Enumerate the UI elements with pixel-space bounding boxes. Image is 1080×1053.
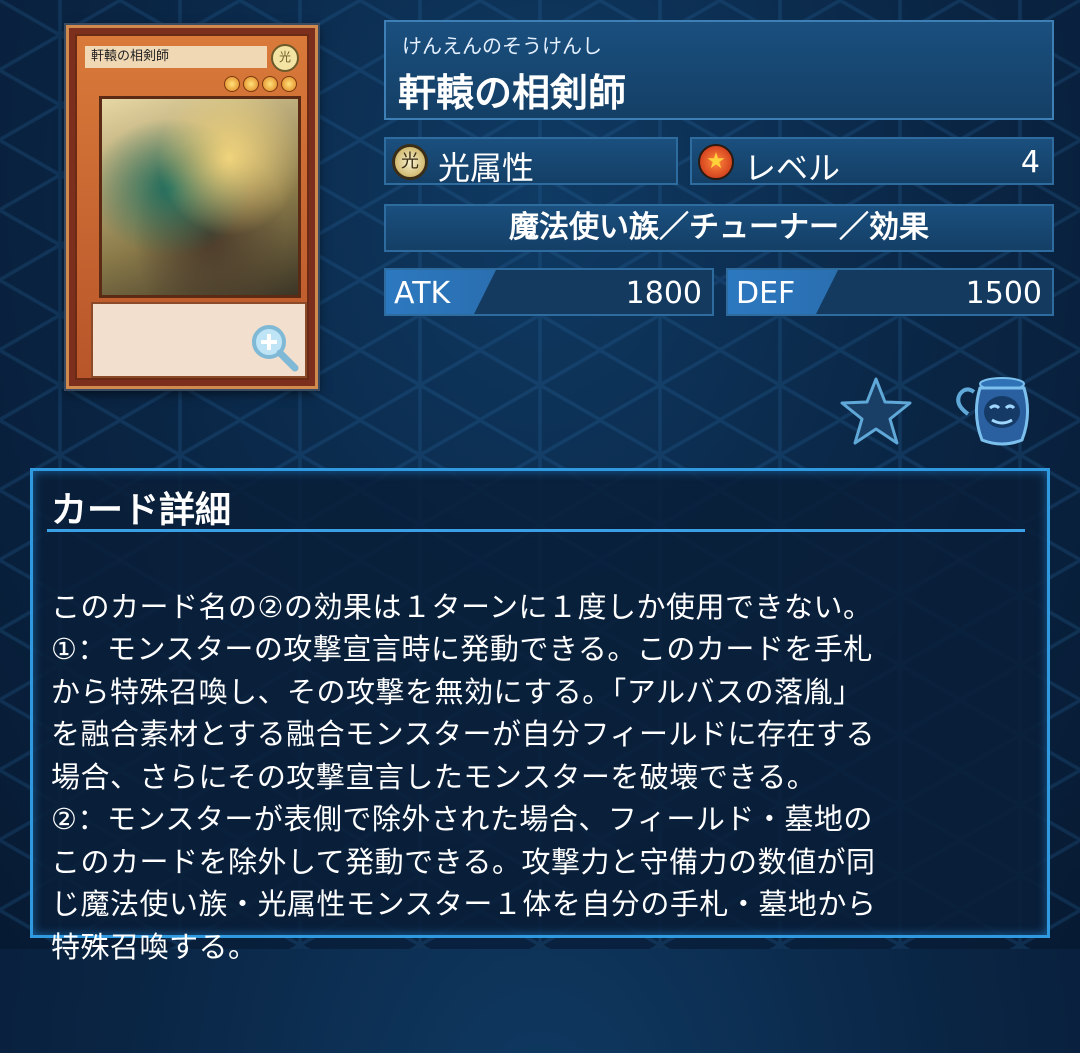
jar-icon[interactable]: [950, 374, 1040, 448]
card-effect-text: このカード名の②の効果は１ターンに１度しか使用できない。 ①：モンスターの攻撃宣言…: [51, 543, 1051, 1053]
def-panel: DEF 1500: [726, 268, 1054, 316]
card-name-panel: けんえんのそうけんし 軒轅の相剣師: [384, 20, 1054, 120]
type-panel: 魔法使い族／チューナー／効果: [384, 204, 1054, 252]
card-image-attribute: 光: [271, 44, 299, 72]
level-star: [281, 76, 297, 92]
card-name: 軒轅の相剣師: [398, 71, 627, 115]
effect-line: じ魔法使い族・光属性モンスター１体を自分の手札・墓地から: [51, 887, 877, 921]
level-panel: レベル 4: [690, 137, 1054, 187]
light-attribute-icon: 光: [392, 144, 428, 180]
card-image-name: 軒轅の相剣師: [85, 46, 267, 68]
effect-line: このカードを除外して発動できる。攻撃力と守備力の数値が同: [51, 844, 876, 879]
def-value: 1500: [965, 276, 1042, 311]
def-label: DEF: [736, 276, 796, 311]
card-image-level-stars: [224, 76, 297, 92]
effect-line: 場合、さらにその攻撃宣言したモンスターを破壊できる。: [51, 759, 817, 794]
effect-line: 特殊召喚する。: [51, 929, 258, 964]
effect-line: ②：モンスターが表側で除外された場合、フィールド・墓地の: [51, 802, 873, 836]
card-frame: 軒轅の相剣師 光: [75, 34, 309, 380]
atk-label: ATK: [394, 276, 451, 311]
divider: [47, 529, 1025, 532]
level-star: [262, 76, 278, 92]
attribute-panel: 光 光属性: [384, 137, 678, 187]
effect-line: このカード名の②の効果は１ターンに１度しか使用できない。: [51, 589, 873, 624]
card-artwork: [99, 96, 301, 298]
card-name-reading: けんえんのそうけんし: [402, 34, 602, 58]
level-star: [224, 76, 240, 92]
level-star: [243, 76, 259, 92]
monster-type-line: 魔法使い族／チューナー／効果: [509, 210, 929, 245]
effect-line: を融合素材とする融合モンスターが自分フィールドに存在する: [51, 717, 875, 751]
level-star-icon: [698, 144, 734, 180]
favorite-star-icon[interactable]: [838, 375, 914, 447]
level-value: 4: [1020, 145, 1040, 180]
zoom-icon[interactable]: [247, 320, 303, 376]
atk-value: 1800: [625, 276, 702, 311]
atk-panel: ATK 1800: [384, 268, 714, 316]
effect-line: ①：モンスターの攻撃宣言時に発動できる。このカードを手札: [51, 632, 873, 666]
attribute-label: 光属性: [438, 149, 535, 187]
card-detail-title: カード詳細: [51, 490, 232, 531]
level-label: レベル: [744, 149, 841, 187]
card-detail-panel[interactable]: カード詳細 このカード名の②の効果は１ターンに１度しか使用できない。 ①：モンスタ…: [30, 468, 1050, 964]
effect-line: から特殊召喚し、その攻撃を無効にする。「アルバスの落胤」: [51, 674, 863, 709]
card-image[interactable]: 軒轅の相剣師 光: [66, 25, 318, 389]
